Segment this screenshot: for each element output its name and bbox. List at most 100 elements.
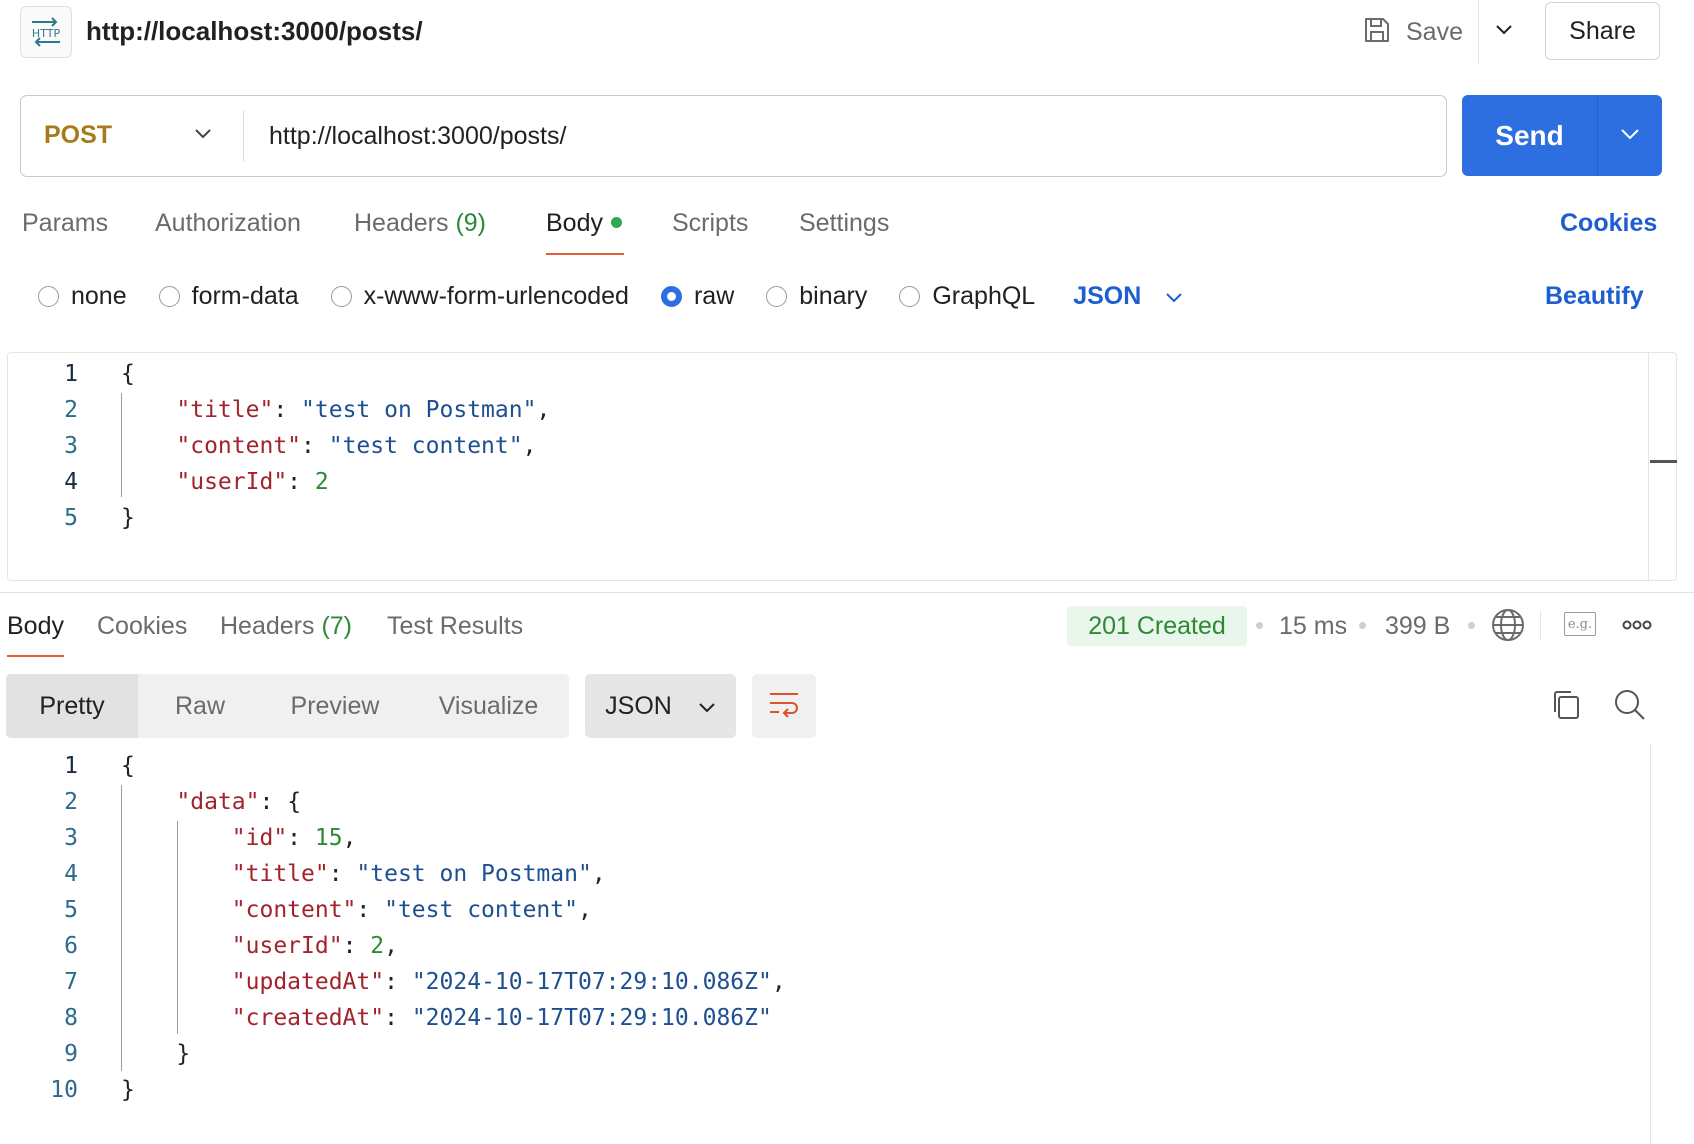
- save-label: Save: [1406, 17, 1463, 46]
- line-number: 5: [64, 897, 78, 923]
- response-tab-headers-label: Headers: [220, 612, 315, 640]
- line-number: 4: [64, 469, 78, 495]
- tab-body[interactable]: Body: [546, 206, 622, 240]
- body-type-urlencoded[interactable]: x-www-form-urlencoded: [330, 282, 629, 311]
- response-tab-headers-count: (7): [321, 612, 353, 640]
- response-size[interactable]: 399 B: [1385, 609, 1450, 643]
- json-key: "content": [231, 897, 357, 923]
- json-key: "createdAt": [231, 1005, 385, 1031]
- separator-dot: [1468, 622, 1475, 629]
- line-number: 3: [64, 825, 78, 851]
- tab-headers-count: (9): [455, 209, 487, 237]
- editor-scrollbar-thumb[interactable]: [1650, 460, 1677, 463]
- json-brace: {: [121, 753, 135, 779]
- save-button[interactable]: Save: [1362, 8, 1463, 56]
- chevron-down-icon: [1495, 23, 1513, 41]
- json-string: "test on Postman": [301, 397, 537, 423]
- chevron-down-icon: [698, 692, 716, 721]
- beautify-link[interactable]: Beautify: [1545, 278, 1644, 314]
- request-code: { "title": "test on Postman", "content":…: [121, 356, 550, 536]
- request-title: http://localhost:3000/posts/: [86, 16, 423, 46]
- json-key: "userId": [231, 933, 343, 959]
- line-number: 1: [64, 753, 78, 779]
- radio-label: binary: [799, 281, 868, 310]
- body-type-graphql[interactable]: GraphQL: [899, 282, 1035, 311]
- tab-authorization[interactable]: Authorization: [155, 206, 301, 240]
- example-icon[interactable]: e.g.: [1564, 612, 1596, 636]
- method-select[interactable]: POST: [21, 96, 243, 175]
- send-button[interactable]: Send: [1462, 95, 1597, 176]
- send-options-button[interactable]: [1598, 95, 1662, 176]
- radio-button[interactable]: [899, 285, 921, 307]
- json-string: "2024-10-17T07:29:10.086Z": [411, 1005, 772, 1031]
- tab-settings[interactable]: Settings: [799, 206, 889, 240]
- radio-button[interactable]: [38, 285, 59, 307]
- view-raw[interactable]: Raw: [138, 674, 262, 738]
- body-type-none[interactable]: none: [38, 282, 127, 311]
- response-tab-body[interactable]: Body: [7, 609, 64, 643]
- code-line: }: [121, 1036, 786, 1072]
- json-brace: }: [121, 1077, 135, 1103]
- copy-icon[interactable]: [1550, 688, 1582, 727]
- code-line: "content": "test content",: [176, 433, 537, 459]
- json-key: "data": [176, 789, 260, 815]
- radio-label: raw: [693, 281, 735, 310]
- radio-label: form-data: [191, 281, 299, 310]
- toolbar-divider: [1540, 611, 1541, 639]
- view-pretty[interactable]: Pretty: [6, 674, 138, 738]
- active-tab-underline: [546, 253, 624, 255]
- json-brace: {: [121, 361, 135, 387]
- radio-button[interactable]: [766, 285, 788, 307]
- share-button[interactable]: Share: [1545, 2, 1660, 60]
- response-view-switcher: Pretty Raw Preview Visualize: [6, 674, 569, 738]
- response-format-select[interactable]: JSON: [585, 674, 736, 738]
- request-line-numbers: 1 2 3 4 5: [30, 356, 78, 536]
- response-tab-headers[interactable]: Headers (7): [220, 609, 352, 643]
- save-divider: [1478, 0, 1479, 64]
- code-line: "userId": 2,: [231, 933, 398, 959]
- json-brace: }: [121, 505, 135, 531]
- response-line-numbers: 1 2 3 4 5 6 7 8 9 10: [30, 748, 78, 1108]
- tab-headers[interactable]: Headers (9): [354, 206, 486, 240]
- line-number: 8: [64, 1005, 78, 1031]
- svg-text:HTTP: HTTP: [32, 27, 61, 40]
- code-line: "data": {: [176, 789, 302, 815]
- tab-params[interactable]: Params: [22, 206, 108, 240]
- response-tab-cookies[interactable]: Cookies: [97, 609, 187, 643]
- body-type-form-data[interactable]: form-data: [158, 281, 299, 311]
- body-type-binary[interactable]: binary: [766, 282, 867, 311]
- raw-format-select[interactable]: JSON: [1073, 282, 1183, 311]
- json-key: "userId": [176, 469, 288, 495]
- line-number: 2: [64, 789, 78, 815]
- status-badge[interactable]: 201 Created: [1067, 606, 1247, 646]
- separator-dot: [1256, 622, 1263, 629]
- active-tab-underline: [7, 655, 64, 657]
- chevron-down-icon: [1165, 282, 1183, 311]
- line-number: 4: [64, 861, 78, 887]
- search-icon[interactable]: [1613, 688, 1647, 727]
- more-icon[interactable]: [1622, 616, 1652, 639]
- view-visualize[interactable]: Visualize: [408, 674, 569, 738]
- view-preview[interactable]: Preview: [262, 674, 408, 738]
- radio-button-checked[interactable]: [660, 285, 682, 307]
- response-time[interactable]: 15 ms: [1279, 609, 1347, 643]
- save-options-button[interactable]: [1490, 14, 1518, 50]
- example-label: e.g.: [1567, 616, 1593, 632]
- chevron-down-icon: [1620, 127, 1640, 145]
- response-tab-test-results[interactable]: Test Results: [387, 609, 523, 643]
- raw-format-label: JSON: [1073, 281, 1142, 310]
- radio-button[interactable]: [158, 285, 180, 307]
- url-input[interactable]: http://localhost:3000/posts/: [269, 116, 566, 156]
- code-line: "id": 15,: [231, 825, 357, 851]
- code-line: "createdAt": "2024-10-17T07:29:10.086Z": [231, 1005, 772, 1031]
- radio-button[interactable]: [330, 285, 352, 307]
- cookies-link[interactable]: Cookies: [1560, 206, 1657, 240]
- tab-scripts[interactable]: Scripts: [672, 206, 748, 240]
- body-type-raw[interactable]: raw: [660, 281, 735, 311]
- radio-label: none: [71, 281, 127, 310]
- json-key: "title": [231, 861, 329, 887]
- globe-icon[interactable]: [1490, 607, 1526, 648]
- method-label: POST: [44, 121, 113, 149]
- response-divider[interactable]: [0, 592, 1694, 593]
- wrap-lines-button[interactable]: [752, 674, 816, 738]
